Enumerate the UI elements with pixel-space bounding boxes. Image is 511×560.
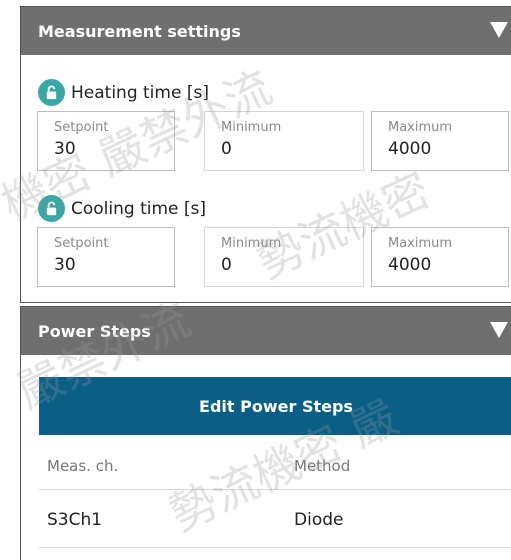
unlock-icon[interactable] bbox=[38, 79, 65, 106]
cooling-setpoint-field[interactable]: Setpoint 30 bbox=[37, 227, 175, 287]
cell-meas-ch: S3Ch1 bbox=[47, 510, 103, 530]
field-value: 4000 bbox=[388, 255, 432, 275]
power-steps-header[interactable]: Power Steps bbox=[21, 307, 511, 355]
field-value: 0 bbox=[221, 255, 232, 275]
measurement-settings-title: Measurement settings bbox=[38, 21, 241, 41]
heating-setpoint-field[interactable]: Setpoint 30 bbox=[37, 111, 175, 171]
heating-minimum-field[interactable]: Minimum 0 bbox=[204, 111, 364, 171]
divider bbox=[39, 547, 511, 548]
cooling-minimum-field[interactable]: Minimum 0 bbox=[204, 227, 364, 287]
field-label: Setpoint bbox=[54, 236, 109, 251]
field-label: Maximum bbox=[388, 236, 453, 251]
field-label: Minimum bbox=[221, 120, 282, 135]
column-header-method: Method bbox=[294, 457, 351, 475]
collapse-icon[interactable] bbox=[490, 22, 508, 38]
power-steps-panel: Power Steps Edit Power Steps Meas. ch. M… bbox=[20, 306, 511, 560]
cooling-time-label: Cooling time [s] bbox=[71, 198, 207, 219]
field-label: Maximum bbox=[388, 120, 453, 135]
field-value: 0 bbox=[221, 139, 232, 159]
power-steps-title: Power Steps bbox=[38, 321, 151, 341]
edit-power-steps-button[interactable]: Edit Power Steps bbox=[39, 377, 511, 435]
cell-method: Diode bbox=[294, 510, 344, 530]
cooling-time-group: Cooling time [s] bbox=[38, 195, 206, 222]
divider bbox=[39, 489, 511, 490]
heating-time-label: Heating time [s] bbox=[71, 82, 209, 103]
collapse-icon[interactable] bbox=[490, 322, 508, 338]
column-header-meas-ch: Meas. ch. bbox=[47, 457, 119, 475]
measurement-settings-header[interactable]: Measurement settings bbox=[21, 7, 511, 55]
unlock-icon[interactable] bbox=[38, 195, 65, 222]
measurement-settings-panel: Measurement settings Heating time [s] Se… bbox=[20, 6, 511, 303]
field-value: 4000 bbox=[388, 139, 432, 159]
field-value: 30 bbox=[54, 255, 76, 275]
heating-maximum-field[interactable]: Maximum 4000 bbox=[371, 111, 509, 171]
heating-time-group: Heating time [s] bbox=[38, 79, 209, 106]
field-label: Setpoint bbox=[54, 120, 109, 135]
field-label: Minimum bbox=[221, 236, 282, 251]
field-value: 30 bbox=[54, 139, 76, 159]
cooling-maximum-field[interactable]: Maximum 4000 bbox=[371, 227, 509, 287]
